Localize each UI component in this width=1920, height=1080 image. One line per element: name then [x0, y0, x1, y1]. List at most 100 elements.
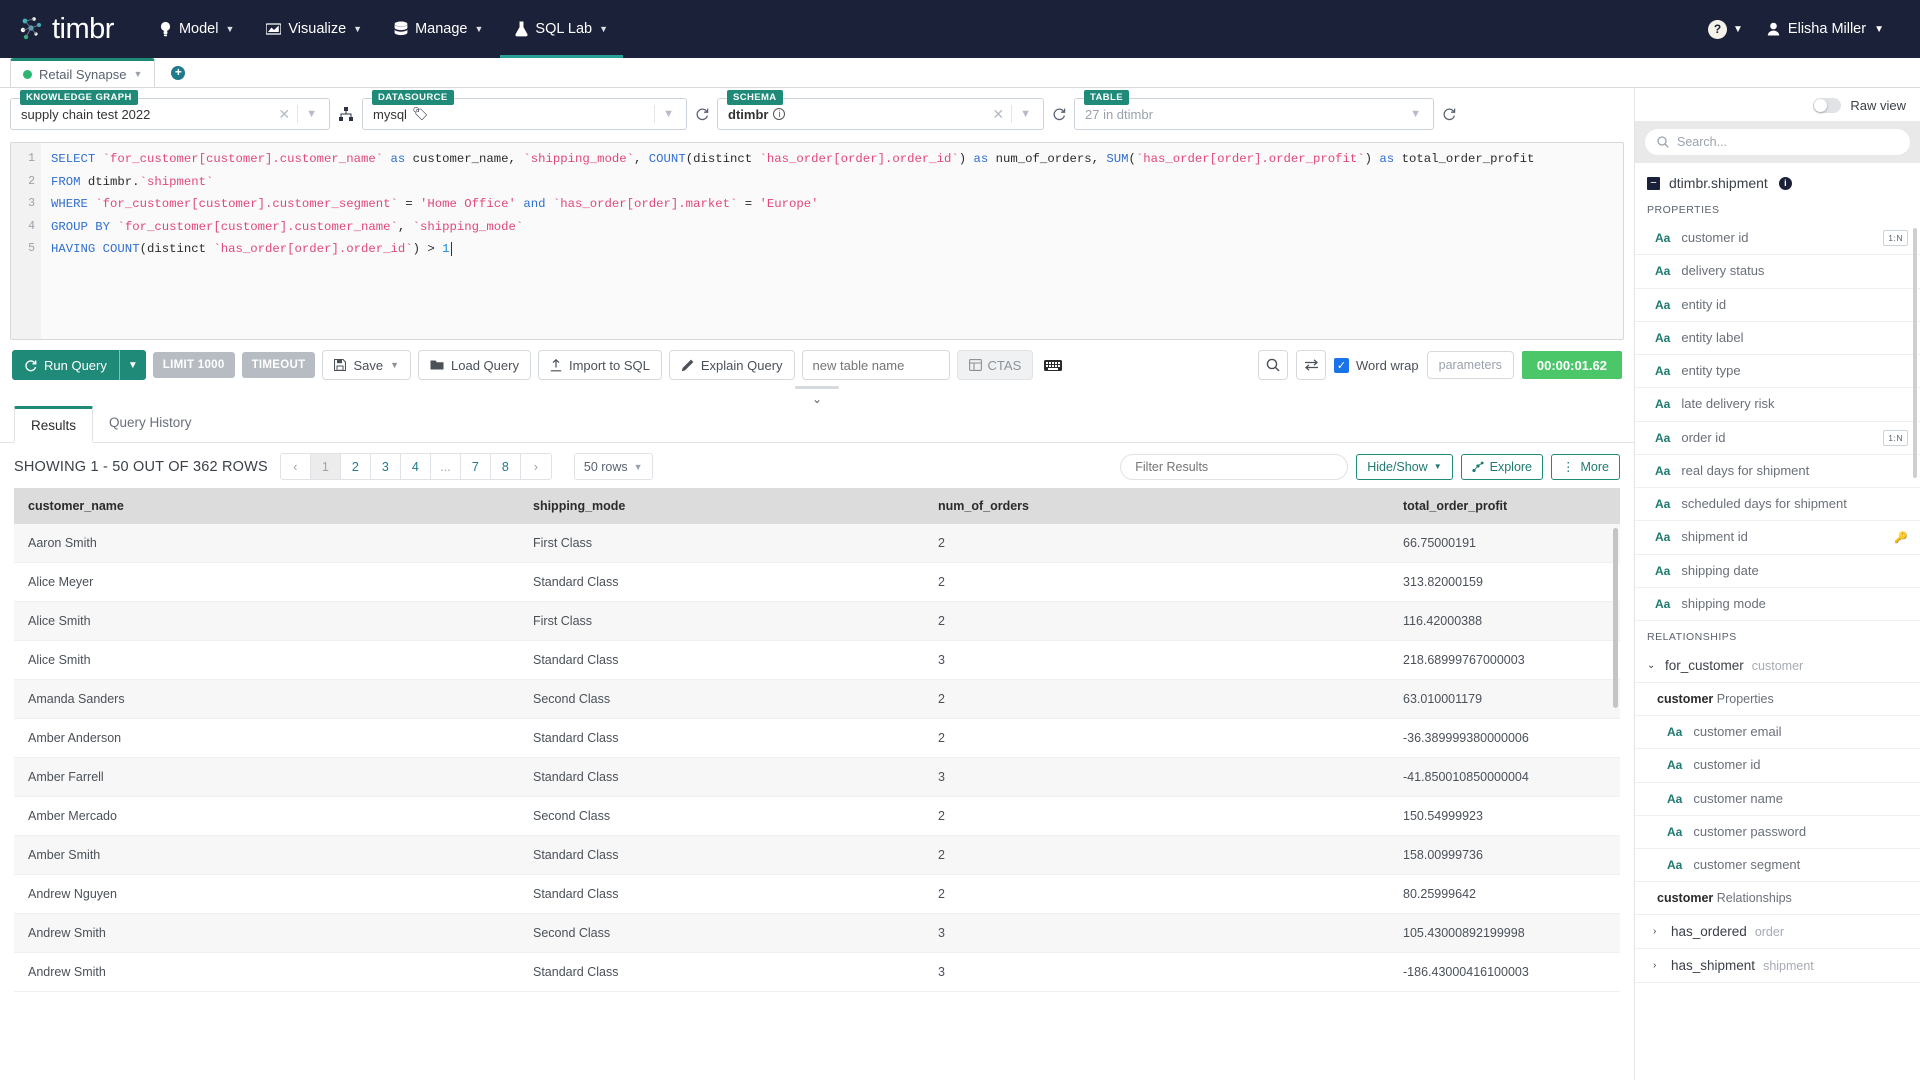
chevron-down-icon[interactable]: ⌄ — [812, 392, 822, 406]
sidebar-search-box[interactable]: Search... — [1645, 129, 1910, 155]
table-row[interactable]: Alice Smith First Class 2 116.42000388 — [14, 601, 1620, 641]
datasource-selector[interactable]: DATASOURCE mysql 🏷 ▼ — [362, 90, 687, 130]
info-icon[interactable]: i — [1778, 176, 1792, 190]
sub-relationship-item[interactable]: › has_shipment shipment — [1635, 949, 1920, 984]
property-item[interactable]: Aa scheduled days for shipment — [1635, 488, 1920, 522]
chevron-down-icon[interactable]: ▼ — [133, 69, 142, 79]
search-query-button[interactable] — [1258, 350, 1289, 380]
property-item[interactable]: Aa entity type — [1635, 355, 1920, 389]
table-selector[interactable]: TABLE 27 in dtimbr ▼ — [1074, 90, 1434, 130]
property-item[interactable]: Aa shipment id 🔑 — [1635, 521, 1920, 555]
page-prev[interactable]: ‹ — [280, 454, 311, 479]
raw-view-toggle[interactable] — [1813, 98, 1842, 113]
relationship-for-customer[interactable]: ⌄ for_customer customer — [1635, 649, 1920, 683]
property-item[interactable]: Aa shipping date — [1635, 555, 1920, 588]
explain-query-button[interactable]: Explain Query — [668, 350, 795, 380]
ctas-button[interactable]: CTAS — [956, 350, 1034, 380]
sub-property-item[interactable]: Aa customer id — [1635, 749, 1920, 783]
new-table-name-input[interactable] — [801, 350, 950, 380]
sub-property-item[interactable]: Aa customer segment — [1635, 849, 1920, 883]
property-item[interactable]: Aa shipping mode — [1635, 588, 1920, 621]
nav-item-model[interactable]: Model ▼ — [144, 0, 249, 58]
page-4[interactable]: 4 — [400, 454, 431, 479]
sidebar-scrollbar[interactable] — [1913, 228, 1917, 478]
property-item[interactable]: Aa entity id — [1635, 289, 1920, 322]
refresh-all-icon[interactable] — [1434, 107, 1464, 121]
page-1[interactable]: 1 — [310, 454, 341, 479]
page-3[interactable]: 3 — [370, 454, 401, 479]
column-header-customer-name[interactable]: customer_name — [14, 488, 519, 524]
sub-property-item[interactable]: Aa customer name — [1635, 783, 1920, 816]
page-8[interactable]: 8 — [490, 454, 521, 479]
column-header-total-order-profit[interactable]: total_order_profit — [1389, 488, 1620, 524]
sql-tab-retail-synapse[interactable]: Retail Synapse ▼ — [10, 58, 156, 87]
run-query-dropdown[interactable]: ▼ — [118, 350, 146, 380]
grabber-icon[interactable] — [795, 386, 839, 389]
help-icon[interactable]: ? — [1708, 19, 1728, 39]
refresh-table-icon[interactable] — [1044, 107, 1074, 121]
chevron-down-icon[interactable]: ▼ — [655, 108, 682, 120]
page-7[interactable]: 7 — [460, 454, 491, 479]
nav-item-manage[interactable]: Manage ▼ — [379, 0, 498, 58]
column-header-num-of-orders[interactable]: num_of_orders — [924, 488, 1389, 524]
tab-results[interactable]: Results — [14, 406, 94, 443]
run-query-button[interactable]: Run Query ▼ — [12, 350, 146, 380]
user-menu[interactable]: Elisha Miller ▼ — [1767, 21, 1902, 37]
table-row[interactable]: Amber Farrell Standard Class 3 -41.85001085… — [14, 757, 1620, 797]
save-button[interactable]: Save ▼ — [322, 350, 412, 380]
knowledge-graph-selector[interactable]: KNOWLEDGE GRAPH supply chain test 2022 ✕… — [10, 90, 330, 130]
chevron-down-icon[interactable]: ▼ — [390, 360, 399, 370]
keyboard-shortcuts-button[interactable] — [1040, 359, 1066, 372]
property-item[interactable]: Aa customer id 1:N — [1635, 222, 1920, 256]
table-row[interactable]: Amber Mercado Second Class 2 150.54999923 — [14, 796, 1620, 836]
table-row[interactable]: Aaron Smith First Class 2 66.75000191 — [14, 524, 1620, 563]
refresh-schema-icon[interactable] — [687, 107, 717, 121]
nav-item-visualize[interactable]: Visualize ▼ — [251, 0, 377, 58]
column-header-shipping-mode[interactable]: shipping_mode — [519, 488, 924, 524]
table-row[interactable]: Andrew Smith Standard Class 3 -186.43000416… — [14, 952, 1620, 992]
timeout-button[interactable]: TIMEOUT — [241, 352, 316, 378]
sub-property-item[interactable]: Aa customer email — [1635, 716, 1920, 750]
info-icon[interactable]: i — [773, 108, 786, 120]
table-row[interactable]: Alice Meyer Standard Class 2 313.82000159 — [14, 562, 1620, 602]
panel-resize-handle[interactable]: ⌄ — [0, 386, 1634, 406]
chevron-down-icon[interactable]: ▼ — [1733, 24, 1743, 35]
rows-per-page-select[interactable]: 50 rows ▼ — [573, 453, 653, 480]
timbr-logo[interactable]: timbr — [18, 13, 114, 46]
clear-icon[interactable]: ✕ — [985, 106, 1011, 123]
page-next[interactable]: › — [520, 454, 551, 479]
explore-button[interactable]: Explore — [1460, 453, 1544, 480]
property-item[interactable]: Aa delivery status — [1635, 255, 1920, 289]
table-vertical-scrollbar[interactable] — [1613, 528, 1618, 708]
word-wrap-checkbox[interactable]: ✓ Word wrap — [1334, 357, 1419, 373]
tab-query-history[interactable]: Query History — [93, 406, 208, 443]
property-item[interactable]: Aa late delivery risk — [1635, 388, 1920, 422]
table-row[interactable]: Alice Smith Standard Class 3 218.6899976700… — [14, 640, 1620, 680]
sql-editor[interactable]: 12345 SELECT `for_customer[customer].cus… — [10, 142, 1624, 340]
table-row[interactable]: Andrew Nguyen Standard Class 2 80.25999642 — [14, 874, 1620, 914]
parameters-button[interactable]: parameters — [1426, 351, 1514, 379]
sql-code[interactable]: SELECT `for_customer[customer].customer_… — [41, 143, 1623, 339]
table-row[interactable]: Andrew Smith Second Class 3 105.43000892199… — [14, 913, 1620, 953]
table-row[interactable]: Amber Anderson Standard Class 2 -36.3899993… — [14, 718, 1620, 758]
more-button[interactable]: ⋮ More — [1551, 453, 1620, 480]
sub-property-item[interactable]: Aa customer password — [1635, 816, 1920, 849]
format-toggle-button[interactable] — [1296, 350, 1327, 380]
chevron-down-icon[interactable]: ▼ — [298, 108, 325, 120]
table-row[interactable]: Amanda Sanders Second Class 2 63.010001179 — [14, 679, 1620, 719]
chevron-down-icon[interactable]: ▼ — [1012, 108, 1039, 120]
table-row[interactable]: Amber Smith Standard Class 2 158.00999736 — [14, 835, 1620, 875]
collapse-icon[interactable]: − — [1647, 176, 1660, 190]
property-item[interactable]: Aa entity label — [1635, 322, 1920, 355]
nav-item-sql-lab[interactable]: SQL Lab ▼ — [500, 0, 623, 58]
add-tab-button[interactable]: + — [171, 66, 186, 80]
import-to-sql-button[interactable]: Import to SQL — [537, 350, 662, 380]
page-2[interactable]: 2 — [340, 454, 371, 479]
clear-icon[interactable]: ✕ — [271, 106, 297, 123]
hide-show-button[interactable]: Hide/Show ▼ — [1356, 453, 1453, 480]
load-query-button[interactable]: Load Query — [418, 350, 531, 380]
limit-button[interactable]: LIMIT 1000 — [152, 352, 235, 378]
sub-relationship-item[interactable]: › has_ordered order — [1635, 915, 1920, 950]
property-item[interactable]: Aa order id 1:N — [1635, 422, 1920, 455]
property-item[interactable]: Aa real days for shipment — [1635, 455, 1920, 488]
